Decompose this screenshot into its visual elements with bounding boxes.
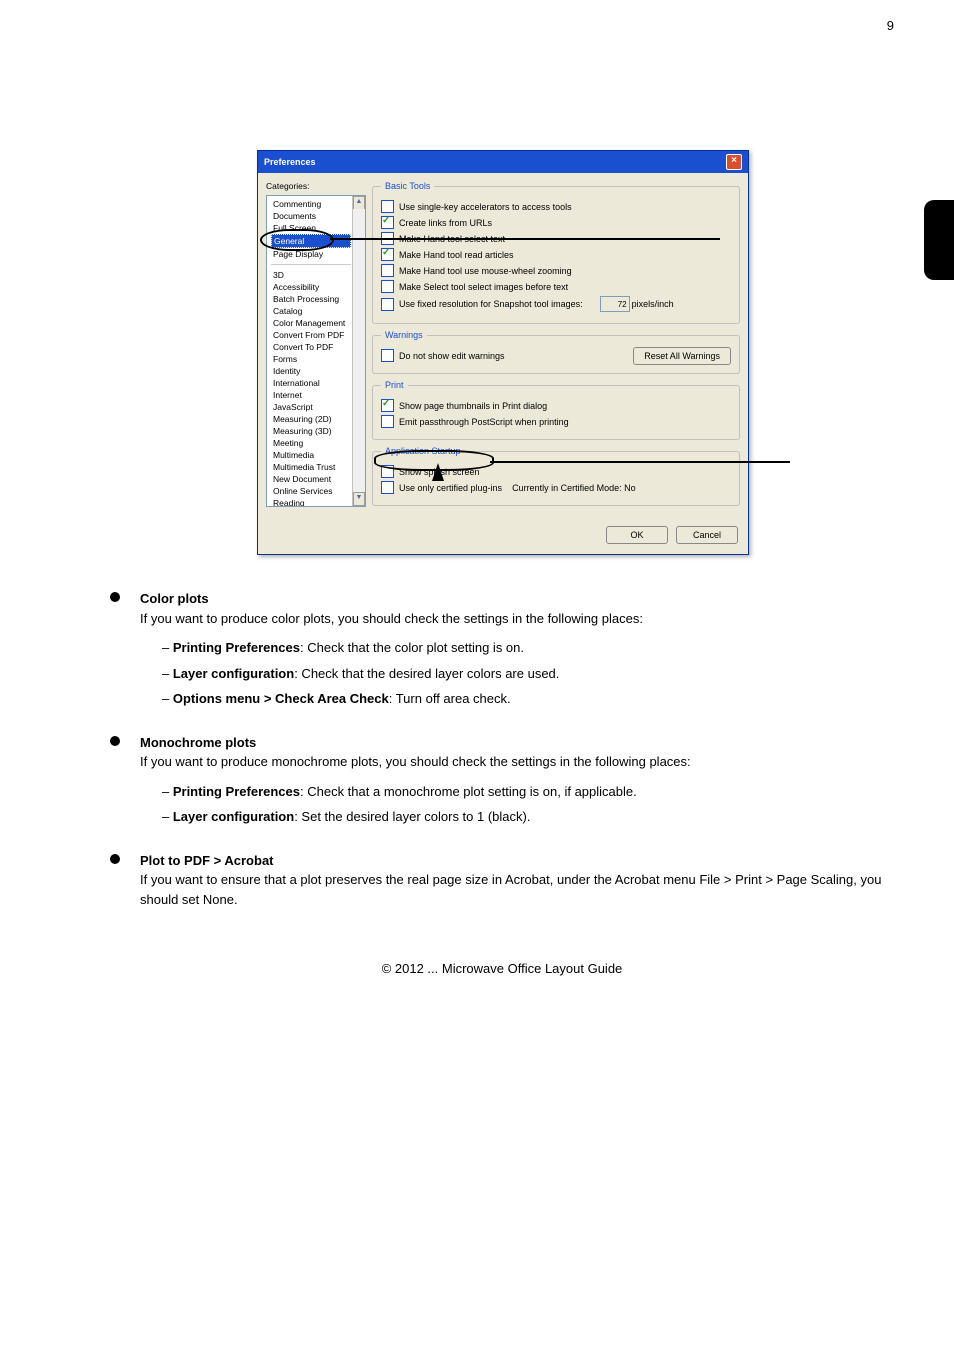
category-item-measuring-2d-[interactable]: Measuring (2D) [271,413,351,425]
category-item-batch-processing[interactable]: Batch Processing [271,293,351,305]
sub-bullet: – Layer configuration: Check that the de… [162,664,894,684]
checkbox-icon [381,248,394,261]
scrollbar[interactable]: ▲ ▼ [352,196,365,506]
category-item-new-document[interactable]: New Document [271,473,351,485]
category-item-general[interactable]: General [271,234,351,248]
category-item-convert-to-pdf[interactable]: Convert To PDF [271,341,351,353]
dialog-title: Preferences [264,157,316,167]
category-item-commenting[interactable]: Commenting [271,198,351,210]
bullet-lead: Plot to PDF > AcrobatIf you want to ensu… [140,851,894,910]
hand-read-articles-checkbox[interactable]: Make Hand tool read articles [381,248,731,261]
sub-bullet: – Options menu > Check Area Check: Turn … [162,689,894,709]
print-legend: Print [381,380,408,390]
category-item-full-screen[interactable]: Full Screen [271,222,351,234]
select-images-first-checkbox[interactable]: Make Select tool select images before te… [381,280,731,293]
sub-bullet: – Printing Preferences: Check that a mon… [162,782,894,802]
bullet-lead: Color plotsIf you want to produce color … [140,589,894,628]
single-key-checkbox[interactable]: Use single-key accelerators to access to… [381,200,731,213]
hand-read-articles-label: Make Hand tool read articles [399,250,514,260]
category-item-meeting[interactable]: Meeting [271,437,351,449]
category-item-color-management[interactable]: Color Management [271,317,351,329]
bullet-item: Color plotsIf you want to produce color … [110,589,894,709]
warnings-legend: Warnings [381,330,427,340]
category-item-internet[interactable]: Internet [271,389,351,401]
certified-plugins-checkbox[interactable]: Use only certified plug-ins [381,481,502,494]
callout-line-general [330,238,720,240]
checkbox-icon [381,264,394,277]
application-startup-group: Application Startup Show splash screenUs… [372,446,740,506]
page-body-text: Color plotsIf you want to produce color … [110,589,894,979]
warning-label: Do not show edit warnings [399,351,505,361]
sub-bullet: – Layer configuration: Set the desired l… [162,807,894,827]
app-startup-legend: Application Startup [381,446,465,456]
basic-tools-group: Basic Tools Use single-key accelerators … [372,181,740,324]
category-item-identity[interactable]: Identity [271,365,351,377]
callout-line-certified [490,461,790,463]
scroll-up-icon[interactable]: ▲ [353,196,365,210]
page-number: 9 [887,18,894,33]
do-not-show-edit-warnings-checkbox[interactable]: Do not show edit warnings [381,349,505,362]
category-item-page-display[interactable]: Page Display [271,248,351,260]
checkbox-icon [381,200,394,213]
create-links-label: Create links from URLs [399,218,492,228]
category-item-international[interactable]: International [271,377,351,389]
select-images-first-label: Make Select tool select images before te… [399,282,568,292]
category-item-multimedia-trust[interactable]: Multimedia Trust [271,461,351,473]
ok-button[interactable]: OK [606,526,668,544]
bullet-lead: Monochrome plotsIf you want to produce m… [140,733,894,772]
category-item-javascript[interactable]: JavaScript [271,401,351,413]
category-item-documents[interactable]: Documents [271,210,351,222]
create-links-checkbox[interactable]: Create links from URLs [381,216,731,229]
checkbox-icon [381,216,394,229]
category-item-accessibility[interactable]: Accessibility [271,281,351,293]
category-item-measuring-3d-[interactable]: Measuring (3D) [271,425,351,437]
fixed-resolution-label: Use fixed resolution for Snapshot tool i… [399,299,583,309]
warnings-group: Warnings Do not show edit warnings Reset… [372,330,740,374]
category-item-convert-from-pdf[interactable]: Convert From PDF [271,329,351,341]
scroll-down-icon[interactable]: ▼ [353,492,365,506]
category-item-online-services[interactable]: Online Services [271,485,351,497]
category-item-catalog[interactable]: Catalog [271,305,351,317]
fixed-resolution-checkbox[interactable]: Use fixed resolution for Snapshot tool i… [381,296,731,312]
page-footer: © 2012 ... Microwave Office Layout Guide [110,959,894,979]
thumbnails-label: Show page thumbnails in Print dialog [399,401,547,411]
sub-bullet: – Printing Preferences: Check that the c… [162,638,894,658]
callout-arrow-certified [432,463,444,481]
bullet-item: Monochrome plotsIf you want to produce m… [110,733,894,827]
certified-plugins-row: Use only certified plug-ins Currently in … [381,481,731,494]
hand-wheel-zoom-label: Make Hand tool use mouse-wheel zooming [399,266,572,276]
single-key-label: Use single-key accelerators to access to… [399,202,572,212]
thumbnails-checkbox[interactable]: Show page thumbnails in Print dialog [381,399,731,412]
reset-all-warnings-button[interactable]: Reset All Warnings [633,347,731,365]
passthrough-checkbox[interactable]: Emit passthrough PostScript when printin… [381,415,731,428]
preferences-dialog-wrapper: Preferences × Categories: CommentingDocu… [257,150,747,555]
passthrough-label: Emit passthrough PostScript when printin… [399,417,569,427]
snapshot-resolution-unit: pixels/inch [632,299,674,309]
bullet-item: Plot to PDF > AcrobatIf you want to ensu… [110,851,894,910]
checkbox-icon [381,399,394,412]
checkbox-icon [381,481,394,494]
dialog-titlebar: Preferences × [258,151,748,173]
categories-label: Categories: [266,181,366,191]
print-group: Print Show page thumbnails in Print dial… [372,380,740,440]
category-item-forms[interactable]: Forms [271,353,351,365]
category-item-reading[interactable]: Reading [271,497,351,507]
checkbox-icon [381,298,394,311]
basic-tools-legend: Basic Tools [381,181,434,191]
thumb-tab [924,200,954,280]
preferences-dialog: Preferences × Categories: CommentingDocu… [257,150,749,555]
categories-listbox[interactable]: CommentingDocumentsFull ScreenGeneralPag… [266,195,366,507]
close-icon[interactable]: × [726,154,742,170]
certified-mode-status: Currently in Certified Mode: No [512,483,636,493]
category-item-3d[interactable]: 3D [271,269,351,281]
hand-wheel-zoom-checkbox[interactable]: Make Hand tool use mouse-wheel zooming [381,264,731,277]
certified-plugins-label: Use only certified plug-ins [399,483,502,493]
cancel-button[interactable]: Cancel [676,526,738,544]
checkbox-icon [381,280,394,293]
snapshot-resolution-input[interactable] [600,296,630,312]
category-item-multimedia[interactable]: Multimedia [271,449,351,461]
checkbox-icon [381,465,394,478]
checkbox-icon [381,415,394,428]
